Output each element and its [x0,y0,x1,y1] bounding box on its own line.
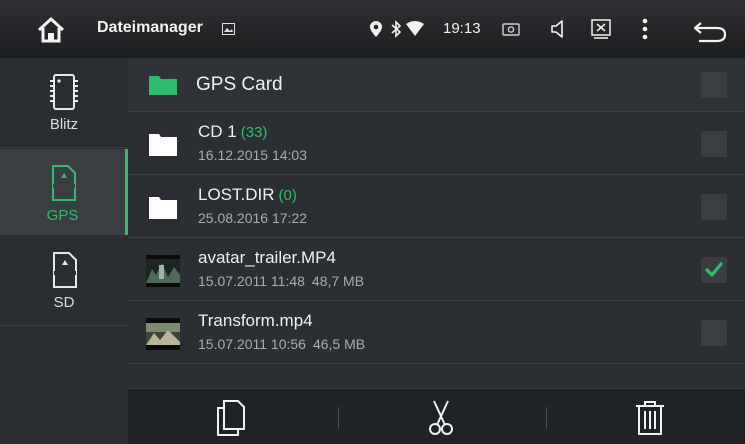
checkmark-icon [705,262,723,277]
flash-memory-icon [50,74,78,110]
image-notification-icon [222,23,235,35]
sidebar-item-label: Blitz [49,116,79,133]
file-name: CD 1 [198,122,237,141]
action-toolbar [128,388,745,444]
overflow-menu-icon[interactable] [640,18,650,40]
file-name: avatar_trailer.MP4 [198,248,336,267]
file-date: 16.12.2015 14:03 [198,147,307,163]
file-date: 15.07.2011 10:56 [198,336,306,352]
bluetooth-icon [391,20,402,38]
file-list: GPS Card CD 1 (33) 16.12.2015 14:03 LOST.… [128,58,745,388]
item-count: (33) [240,124,268,141]
row-checkbox[interactable] [701,131,727,157]
sd-card-icon [53,252,77,288]
home-icon[interactable] [36,16,66,44]
clock: 19:13 [443,20,481,37]
close-window-icon[interactable] [591,18,611,40]
app-title: Dateimanager [97,19,203,36]
video-thumbnail [146,255,180,287]
row-checkbox[interactable] [701,320,727,346]
current-folder-header[interactable]: GPS Card [128,58,745,112]
sd-card-icon [51,165,76,201]
file-name: LOST.DIR [198,185,275,204]
file-date: 25.08.2016 17:22 [198,210,307,226]
folder-icon [149,76,177,95]
file-name: Transform.mp4 [198,311,313,330]
file-date: 15.07.2011 11:48 [198,273,305,289]
cut-icon[interactable] [421,399,461,437]
list-item[interactable]: CD 1 (33) 16.12.2015 14:03 [128,113,745,175]
location-icon [370,21,382,37]
folder-icon [149,197,177,219]
file-size: 48,7 MB [311,273,365,289]
select-all-checkbox[interactable] [701,72,727,98]
list-item[interactable]: Transform.mp4 15.07.2011 10:56 46,5 MB [128,302,745,364]
file-size: 46,5 MB [312,336,366,352]
sidebar-item-label: GPS [46,207,79,224]
video-thumbnail [146,318,180,350]
sidebar-item-gps[interactable]: GPS [0,149,128,235]
back-icon[interactable] [693,21,727,43]
volume-icon[interactable] [550,19,568,39]
delete-icon[interactable] [630,399,670,437]
sidebar-item-sd[interactable]: SD [0,236,128,326]
sidebar-item-label: SD [53,294,75,311]
wifi-icon [406,21,424,36]
current-folder-name: GPS Card [196,74,283,95]
status-bar: Dateimanager 19:13 [0,0,745,58]
toolbar-divider [338,407,339,429]
folder-icon [149,134,177,156]
list-item[interactable]: LOST.DIR (0) 25.08.2016 17:22 [128,176,745,238]
row-checkbox[interactable] [701,257,727,283]
screenshot-icon[interactable] [502,22,520,37]
sidebar-item-blitz[interactable]: Blitz [0,58,128,148]
row-checkbox[interactable] [701,194,727,220]
list-item[interactable]: avatar_trailer.MP4 15.07.2011 11:48 48,7 … [128,239,745,301]
item-count: (0) [278,187,297,204]
toolbar-divider [546,407,547,429]
copy-icon[interactable] [210,399,250,437]
storage-sidebar: Blitz GPS SD [0,58,128,444]
